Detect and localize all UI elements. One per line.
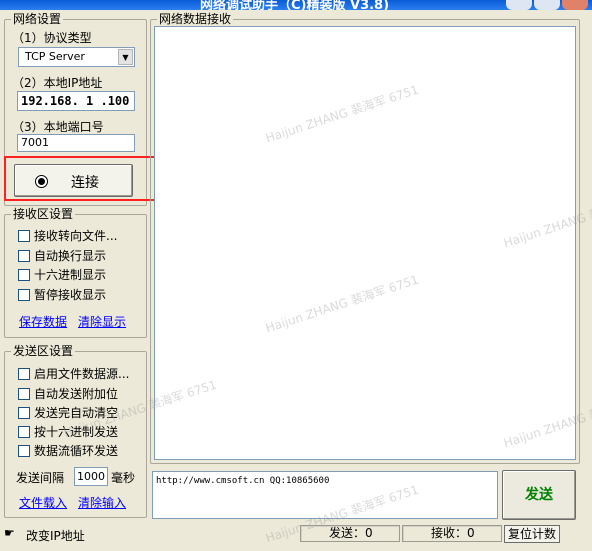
- checkbox-label: 发送完自动清空: [34, 406, 119, 420]
- local-port-input[interactable]: 7001: [17, 134, 135, 152]
- close-button[interactable]: [562, 0, 588, 10]
- window-title: 网络调试助手（C)精装版 V3.8): [200, 0, 390, 10]
- send-button[interactable]: 发送: [502, 470, 576, 520]
- save-data-link[interactable]: 保存数据: [19, 313, 67, 330]
- checkbox-label: 十六进制显示: [34, 268, 107, 282]
- checkbox-label: 暂停接收显示: [34, 288, 107, 302]
- send-interval-input[interactable]: 1000: [74, 467, 108, 486]
- received-count: 接收：0: [402, 525, 502, 542]
- checkbox-label: 接收转向文件...: [34, 229, 118, 243]
- send-interval-label: 发送间隔: [16, 471, 65, 485]
- checkbox-icon: [18, 388, 30, 400]
- send-settings-title: 发送区设置: [11, 344, 76, 358]
- checkbox-icon: [18, 445, 30, 457]
- chevron-down-icon[interactable]: ▼: [118, 49, 133, 65]
- hand-pointer-icon: ☛: [4, 526, 15, 540]
- checkbox-label: 自动发送附加位: [34, 387, 119, 401]
- local-ip-label: （2）本地IP地址: [12, 76, 103, 90]
- checkbox-icon: [18, 230, 30, 242]
- minimize-button[interactable]: [506, 0, 532, 10]
- receive-settings-title: 接收区设置: [11, 207, 76, 221]
- status-bar: ☛ 改变IP地址 发送：0 接收：0 复位计数: [0, 523, 592, 551]
- clear-display-link[interactable]: 清除显示: [78, 313, 126, 330]
- receive-area-title: 网络数据接收: [157, 12, 234, 26]
- protocol-type-select[interactable]: TCP Server ▼: [18, 47, 135, 67]
- network-settings-title: 网络设置: [11, 12, 64, 26]
- send-interval-unit: 毫秒: [111, 471, 136, 485]
- checkbox-label: 数据流循环发送: [34, 444, 119, 458]
- local-ip-input[interactable]: 192.168. 1 .100: [17, 91, 135, 111]
- protocol-type-value: TCP Server: [25, 50, 85, 63]
- checkbox-icon: [18, 289, 30, 301]
- send-textarea[interactable]: http://www.cmsoft.cn QQ:10865600: [152, 471, 498, 519]
- received-count-text: 接收：0: [431, 526, 475, 540]
- protocol-type-label: （1）协议类型: [12, 31, 92, 45]
- checkbox-icon: [18, 250, 30, 262]
- checkbox-icon: [18, 407, 30, 419]
- checkbox-icon: [18, 269, 30, 281]
- change-ip-link[interactable]: 改变IP地址: [26, 527, 85, 544]
- checkbox-label: 自动换行显示: [34, 249, 107, 263]
- reset-count-button[interactable]: 复位计数: [504, 525, 560, 543]
- checkbox-icon: [18, 368, 30, 380]
- sent-count-text: 发送：0: [329, 526, 373, 540]
- checkbox-icon: [18, 426, 30, 438]
- receive-textarea[interactable]: [154, 26, 576, 460]
- maximize-button[interactable]: [534, 0, 560, 10]
- load-file-link[interactable]: 文件载入: [19, 494, 67, 511]
- window-title-bar: 网络调试助手（C)精装版 V3.8): [0, 0, 592, 10]
- checkbox-label: 启用文件数据源...: [34, 367, 130, 381]
- local-port-label: （3）本地端口号: [12, 120, 104, 134]
- clear-input-link[interactable]: 清除输入: [78, 494, 126, 511]
- sent-count: 发送：0: [300, 525, 400, 542]
- checkbox-label: 按十六进制发送: [34, 425, 119, 439]
